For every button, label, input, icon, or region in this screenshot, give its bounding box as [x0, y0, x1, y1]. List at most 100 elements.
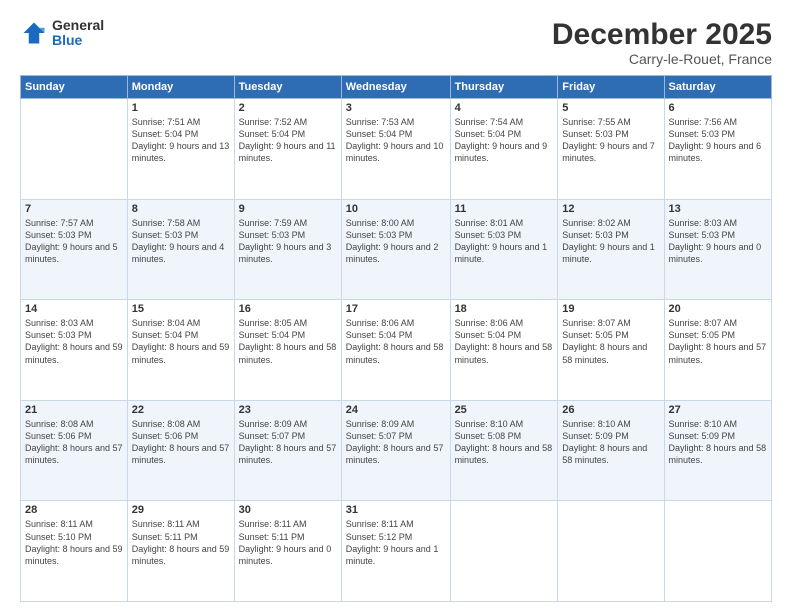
day-number: 19 [562, 303, 659, 315]
calendar-cell [664, 501, 771, 602]
calendar-week-1: 1 Sunrise: 7:51 AM Sunset: 5:04 PM Daylig… [21, 99, 772, 200]
day-info: Sunrise: 8:11 AM Sunset: 5:11 PM Dayligh… [132, 518, 230, 567]
day-number: 2 [239, 102, 337, 114]
day-number: 21 [25, 404, 123, 416]
day-number: 13 [669, 203, 767, 215]
day-info: Sunrise: 8:02 AM Sunset: 5:03 PM Dayligh… [562, 217, 659, 266]
logo-icon [20, 19, 48, 47]
day-number: 23 [239, 404, 337, 416]
day-number: 6 [669, 102, 767, 114]
page: General Blue December 2025 Carry-le-Roue… [0, 0, 792, 612]
calendar-cell: 12 Sunrise: 8:02 AM Sunset: 5:03 PM Dayli… [558, 199, 664, 300]
day-info: Sunrise: 8:11 AM Sunset: 5:10 PM Dayligh… [25, 518, 123, 567]
day-number: 1 [132, 102, 230, 114]
day-info: Sunrise: 8:08 AM Sunset: 5:06 PM Dayligh… [25, 418, 123, 467]
calendar-cell: 11Sunrise: 8:01 AM Sunset: 5:03 PM Dayli… [450, 199, 558, 300]
day-info: Sunrise: 8:04 AM Sunset: 5:04 PM Dayligh… [132, 317, 230, 366]
day-number: 16 [239, 303, 337, 315]
day-number: 25 [455, 404, 554, 416]
calendar-cell: 8 Sunrise: 7:58 AM Sunset: 5:03 PM Daylig… [127, 199, 234, 300]
calendar-cell: 28Sunrise: 8:11 AM Sunset: 5:10 PM Dayli… [21, 501, 128, 602]
day-info: Sunrise: 8:09 AM Sunset: 5:07 PM Dayligh… [239, 418, 337, 467]
logo-blue-text: Blue [52, 33, 104, 48]
calendar-cell: 25 Sunrise: 8:10 AM Sunset: 5:08 PM Dayli… [450, 400, 558, 501]
calendar-cell: 19 Sunrise: 8:07 AM Sunset: 5:05 PM Dayli… [558, 300, 664, 401]
calendar-cell: 29 Sunrise: 8:11 AM Sunset: 5:11 PM Dayli… [127, 501, 234, 602]
calendar-header: Sunday Monday Tuesday Wednesday Thursday… [21, 76, 772, 99]
calendar-week-5: 28Sunrise: 8:11 AM Sunset: 5:10 PM Dayli… [21, 501, 772, 602]
calendar-week-3: 14 Sunrise: 8:03 AM Sunset: 5:03 PM Dayli… [21, 300, 772, 401]
calendar-cell: 31 Sunrise: 8:11 AM Sunset: 5:12 PM Dayli… [341, 501, 450, 602]
calendar-cell: 20Sunrise: 8:07 AM Sunset: 5:05 PM Dayli… [664, 300, 771, 401]
day-info: Sunrise: 8:07 AM Sunset: 5:05 PM Dayligh… [669, 317, 767, 366]
day-number: 7 [25, 203, 123, 215]
day-number: 15 [132, 303, 230, 315]
calendar-cell [450, 501, 558, 602]
day-number: 31 [346, 504, 446, 516]
subtitle: Carry-le-Rouet, France [552, 51, 772, 67]
calendar-cell: 17Sunrise: 8:06 AM Sunset: 5:04 PM Dayli… [341, 300, 450, 401]
calendar-cell: 27Sunrise: 8:10 AM Sunset: 5:09 PM Dayli… [664, 400, 771, 501]
calendar-cell: 5Sunrise: 7:55 AM Sunset: 5:03 PM Daylig… [558, 99, 664, 200]
day-info: Sunrise: 8:11 AM Sunset: 5:11 PM Dayligh… [239, 518, 337, 567]
day-number: 24 [346, 404, 446, 416]
day-info: Sunrise: 8:03 AM Sunset: 5:03 PM Dayligh… [669, 217, 767, 266]
day-number: 3 [346, 102, 446, 114]
logo-text: General Blue [52, 18, 104, 49]
logo: General Blue [20, 18, 104, 49]
calendar-cell: 13 Sunrise: 8:03 AM Sunset: 5:03 PM Dayli… [664, 199, 771, 300]
day-number: 14 [25, 303, 123, 315]
col-monday: Monday [127, 76, 234, 99]
day-info: Sunrise: 8:01 AM Sunset: 5:03 PM Dayligh… [455, 217, 554, 266]
day-info: Sunrise: 8:03 AM Sunset: 5:03 PM Dayligh… [25, 317, 123, 366]
day-info: Sunrise: 7:53 AM Sunset: 5:04 PM Dayligh… [346, 116, 446, 165]
calendar-cell: 9Sunrise: 7:59 AM Sunset: 5:03 PM Daylig… [234, 199, 341, 300]
calendar-cell: 1 Sunrise: 7:51 AM Sunset: 5:04 PM Daylig… [127, 99, 234, 200]
day-info: Sunrise: 7:51 AM Sunset: 5:04 PM Dayligh… [132, 116, 230, 165]
day-info: Sunrise: 8:06 AM Sunset: 5:04 PM Dayligh… [455, 317, 554, 366]
calendar-cell: 4Sunrise: 7:54 AM Sunset: 5:04 PM Daylig… [450, 99, 558, 200]
calendar-week-2: 7 Sunrise: 7:57 AM Sunset: 5:03 PM Daylig… [21, 199, 772, 300]
day-info: Sunrise: 8:11 AM Sunset: 5:12 PM Dayligh… [346, 518, 446, 567]
day-info: Sunrise: 8:05 AM Sunset: 5:04 PM Dayligh… [239, 317, 337, 366]
day-info: Sunrise: 7:56 AM Sunset: 5:03 PM Dayligh… [669, 116, 767, 165]
day-info: Sunrise: 7:58 AM Sunset: 5:03 PM Dayligh… [132, 217, 230, 266]
day-info: Sunrise: 8:10 AM Sunset: 5:08 PM Dayligh… [455, 418, 554, 467]
calendar-cell: 30 Sunrise: 8:11 AM Sunset: 5:11 PM Dayli… [234, 501, 341, 602]
col-sunday: Sunday [21, 76, 128, 99]
calendar-cell: 16 Sunrise: 8:05 AM Sunset: 5:04 PM Dayli… [234, 300, 341, 401]
calendar-cell [21, 99, 128, 200]
day-info: Sunrise: 8:00 AM Sunset: 5:03 PM Dayligh… [346, 217, 446, 266]
calendar-cell: 26Sunrise: 8:10 AM Sunset: 5:09 PM Dayli… [558, 400, 664, 501]
header: General Blue December 2025 Carry-le-Roue… [20, 18, 772, 67]
day-number: 22 [132, 404, 230, 416]
col-thursday: Thursday [450, 76, 558, 99]
day-info: Sunrise: 7:55 AM Sunset: 5:03 PM Dayligh… [562, 116, 659, 165]
day-number: 30 [239, 504, 337, 516]
calendar-cell [558, 501, 664, 602]
main-title: December 2025 [552, 18, 772, 51]
day-info: Sunrise: 7:59 AM Sunset: 5:03 PM Dayligh… [239, 217, 337, 266]
col-friday: Friday [558, 76, 664, 99]
day-info: Sunrise: 7:52 AM Sunset: 5:04 PM Dayligh… [239, 116, 337, 165]
day-number: 12 [562, 203, 659, 215]
day-number: 8 [132, 203, 230, 215]
calendar-cell: 15 Sunrise: 8:04 AM Sunset: 5:04 PM Dayli… [127, 300, 234, 401]
day-number: 27 [669, 404, 767, 416]
day-info: Sunrise: 7:57 AM Sunset: 5:03 PM Dayligh… [25, 217, 123, 266]
logo-general-text: General [52, 18, 104, 33]
col-wednesday: Wednesday [341, 76, 450, 99]
day-number: 10 [346, 203, 446, 215]
day-info: Sunrise: 8:08 AM Sunset: 5:06 PM Dayligh… [132, 418, 230, 467]
calendar-cell: 22 Sunrise: 8:08 AM Sunset: 5:06 PM Dayli… [127, 400, 234, 501]
day-info: Sunrise: 8:07 AM Sunset: 5:05 PM Dayligh… [562, 317, 659, 366]
day-number: 18 [455, 303, 554, 315]
calendar-cell: 18 Sunrise: 8:06 AM Sunset: 5:04 PM Dayli… [450, 300, 558, 401]
header-row: Sunday Monday Tuesday Wednesday Thursday… [21, 76, 772, 99]
calendar-cell: 23 Sunrise: 8:09 AM Sunset: 5:07 PM Dayli… [234, 400, 341, 501]
calendar-cell: 10 Sunrise: 8:00 AM Sunset: 5:03 PM Dayli… [341, 199, 450, 300]
day-info: Sunrise: 8:09 AM Sunset: 5:07 PM Dayligh… [346, 418, 446, 467]
calendar-table: Sunday Monday Tuesday Wednesday Thursday… [20, 75, 772, 602]
day-number: 29 [132, 504, 230, 516]
calendar-body: 1 Sunrise: 7:51 AM Sunset: 5:04 PM Daylig… [21, 99, 772, 602]
